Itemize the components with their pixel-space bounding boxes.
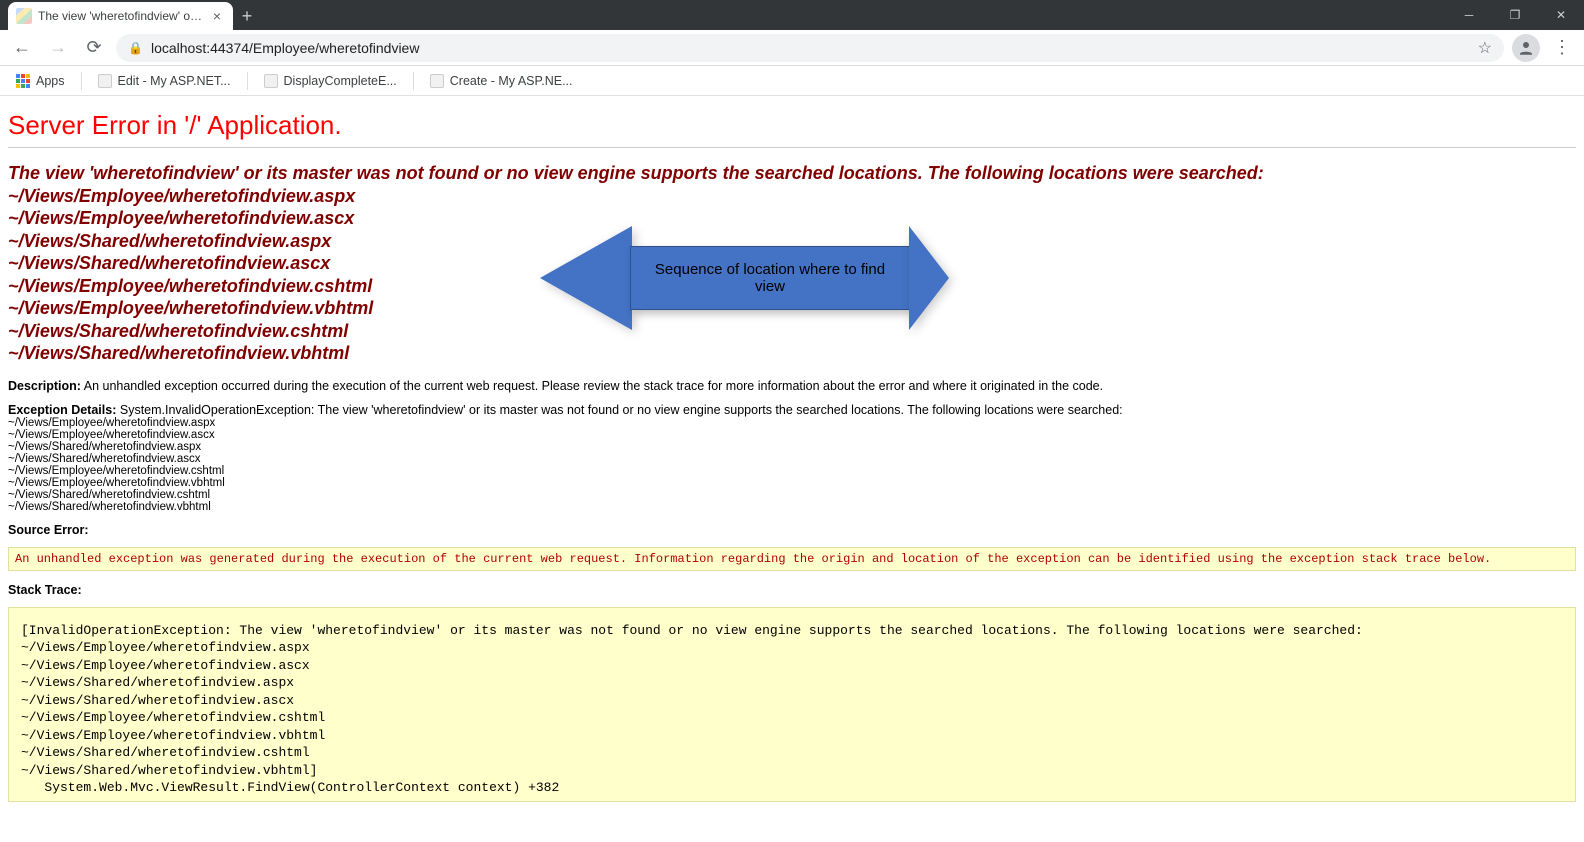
chrome-menu-button[interactable]: ⋮	[1548, 37, 1576, 58]
apps-shortcut[interactable]: Apps	[8, 70, 73, 92]
close-window-button[interactable]: ✕	[1538, 0, 1584, 30]
stack-trace-label: Stack Trace:	[8, 583, 82, 597]
source-error-label: Source Error:	[8, 523, 89, 537]
tab-title: The view 'wheretofindview' or its	[38, 9, 203, 23]
maximize-button[interactable]: ❐	[1492, 0, 1538, 30]
bookmark-favicon-icon	[264, 74, 278, 88]
exception-location: ~/Views/Employee/wheretofindview.vbhtml	[8, 477, 1576, 489]
error-location: ~/Views/Shared/wheretofindview.vbhtml	[8, 342, 1576, 365]
error-location: ~/Views/Shared/wheretofindview.aspx	[8, 230, 1576, 253]
exception-location: ~/Views/Employee/wheretofindview.ascx	[8, 429, 1576, 441]
minimize-button[interactable]: ─	[1446, 0, 1492, 30]
apps-grid-icon	[16, 74, 30, 88]
exception-location: ~/Views/Shared/wheretofindview.vbhtml	[8, 501, 1576, 513]
bookmark-separator	[81, 72, 82, 90]
stack-trace-label-block: Stack Trace:	[8, 583, 1576, 597]
exception-location: ~/Views/Shared/wheretofindview.ascx	[8, 453, 1576, 465]
bookmark-favicon-icon	[98, 74, 112, 88]
lock-icon: 🔒	[128, 41, 143, 55]
exception-location: ~/Views/Employee/wheretofindview.cshtml	[8, 465, 1576, 477]
error-location: ~/Views/Shared/wheretofindview.ascx	[8, 252, 1576, 275]
bookmark-item[interactable]: Edit - My ASP.NET...	[90, 70, 239, 92]
source-error-box: An unhandled exception was generated dur…	[8, 547, 1576, 571]
tab-strip: The view 'wheretofindview' or its × + ─ …	[0, 0, 1584, 30]
error-message: The view 'wheretofindview' or its master…	[8, 162, 1576, 365]
description-block: Description: An unhandled exception occu…	[8, 379, 1576, 393]
error-location: ~/Views/Shared/wheretofindview.cshtml	[8, 320, 1576, 343]
description-label: Description:	[8, 379, 81, 393]
toolbar: ← → ⟳ 🔒 localhost:44374/Employee/whereto…	[0, 30, 1584, 66]
new-tab-button[interactable]: +	[233, 2, 261, 30]
bookmark-label: Edit - My ASP.NET...	[118, 74, 231, 88]
error-location: ~/Views/Employee/wheretofindview.cshtml	[8, 275, 1576, 298]
description-text: An unhandled exception occurred during t…	[84, 379, 1103, 393]
apps-label: Apps	[36, 74, 65, 88]
back-button[interactable]: ←	[8, 34, 36, 62]
tab-favicon-icon	[16, 8, 32, 24]
url-text: localhost:44374/Employee/wheretofindview	[151, 40, 420, 56]
stack-trace-box: [InvalidOperationException: The view 'wh…	[8, 607, 1576, 802]
error-location: ~/Views/Employee/wheretofindview.ascx	[8, 207, 1576, 230]
exception-location: ~/Views/Shared/wheretofindview.cshtml	[8, 489, 1576, 501]
address-bar[interactable]: 🔒 localhost:44374/Employee/wheretofindvi…	[116, 34, 1504, 62]
tab-close-icon[interactable]: ×	[209, 8, 225, 24]
error-title: Server Error in '/' Application.	[8, 110, 1576, 141]
bookmark-separator	[247, 72, 248, 90]
source-error-label-block: Source Error:	[8, 523, 1576, 537]
exception-block: Exception Details: System.InvalidOperati…	[8, 403, 1576, 513]
bookmark-item[interactable]: DisplayCompleteE...	[256, 70, 405, 92]
error-location: ~/Views/Employee/wheretofindview.aspx	[8, 185, 1576, 208]
bookmark-favicon-icon	[430, 74, 444, 88]
exception-label: Exception Details:	[8, 403, 116, 417]
bookmark-separator	[413, 72, 414, 90]
bookmark-item[interactable]: Create - My ASP.NE...	[422, 70, 581, 92]
bookmark-label: Create - My ASP.NE...	[450, 74, 573, 88]
exception-location: ~/Views/Employee/wheretofindview.aspx	[8, 417, 1576, 429]
exception-location: ~/Views/Shared/wheretofindview.aspx	[8, 441, 1576, 453]
profile-avatar[interactable]	[1512, 34, 1540, 62]
error-message-heading: The view 'wheretofindview' or its master…	[8, 162, 1576, 185]
exception-text: System.InvalidOperationException: The vi…	[120, 403, 1123, 417]
window-controls: ─ ❐ ✕	[1446, 0, 1584, 30]
bookmark-star-icon[interactable]: ☆	[1478, 38, 1492, 58]
reload-button[interactable]: ⟳	[80, 34, 108, 62]
error-location: ~/Views/Employee/wheretofindview.vbhtml	[8, 297, 1576, 320]
title-divider	[8, 147, 1576, 148]
browser-tab[interactable]: The view 'wheretofindview' or its ×	[8, 2, 233, 30]
forward-button[interactable]: →	[44, 34, 72, 62]
bookmark-bar: Apps Edit - My ASP.NET... DisplayComplet…	[0, 66, 1584, 96]
bookmark-label: DisplayCompleteE...	[284, 74, 397, 88]
page-content: Server Error in '/' Application. The vie…	[0, 96, 1584, 810]
